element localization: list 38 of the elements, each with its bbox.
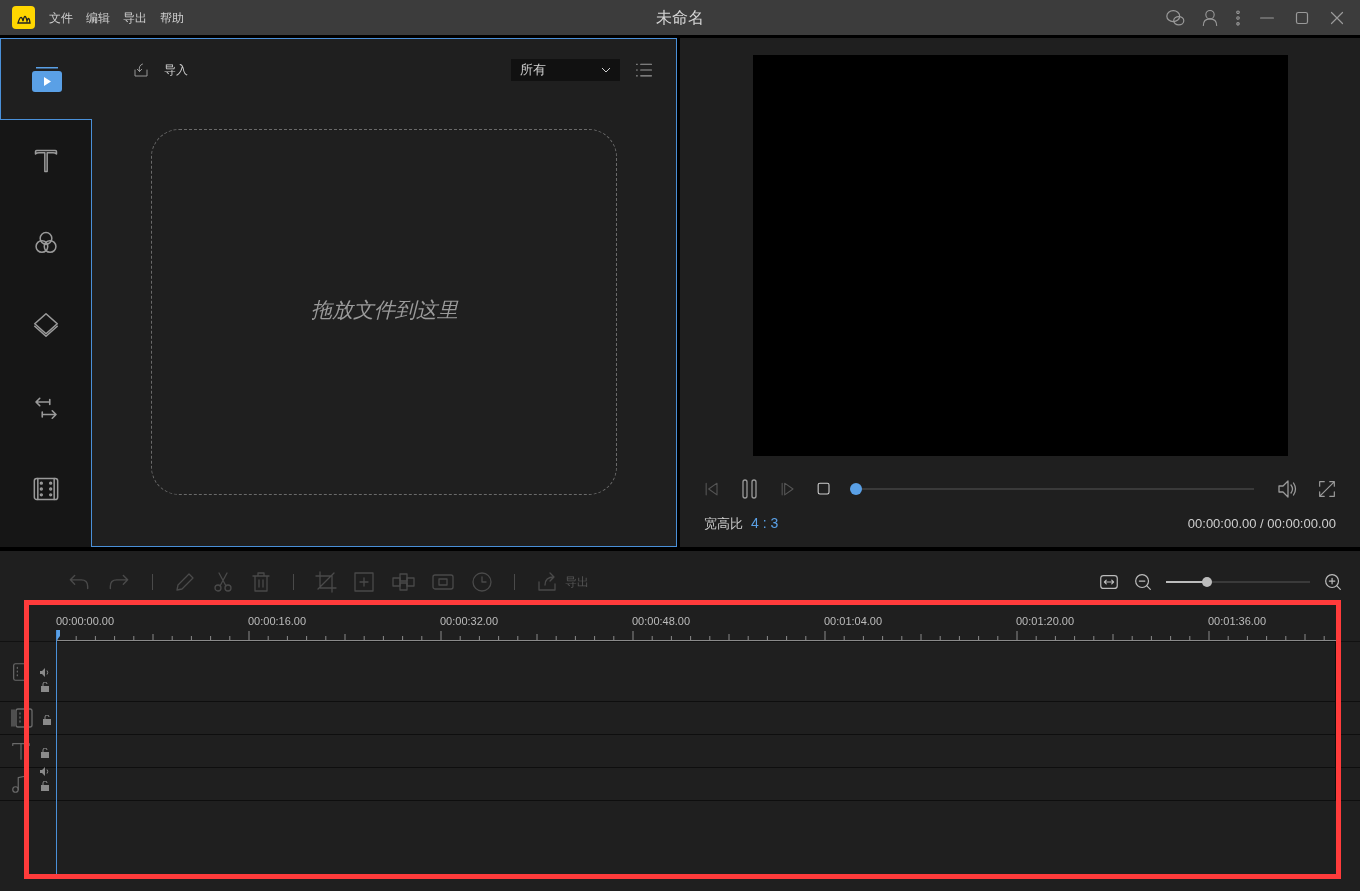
chevron-icon (601, 67, 611, 73)
playhead[interactable] (55, 630, 61, 874)
aspect-ratio-label: 宽高比 (704, 514, 743, 533)
zoom-thumb[interactable] (1202, 576, 1213, 587)
text-icon[interactable] (10, 740, 32, 762)
ruler-label: 00:00:00.00 (56, 614, 115, 629)
more-icon[interactable] (1233, 7, 1243, 28)
filmstrip-icon[interactable] (10, 706, 34, 730)
fullscreen-icon[interactable] (1316, 478, 1338, 500)
unlock-icon[interactable] (40, 748, 50, 758)
time-display: 00:00:00.00 / 00:00:00.00 (1187, 514, 1336, 533)
ruler-label: 00:00:48.00 (632, 614, 691, 629)
filter-dropdown[interactable]: 所有 (511, 59, 620, 81)
video-icon[interactable] (31, 66, 62, 92)
ruler-label: 00:00:32.00 (440, 614, 499, 629)
menu-item[interactable]: 文件 (49, 8, 73, 27)
speaker-icon[interactable] (40, 668, 50, 677)
menu-item[interactable]: 帮助 (160, 8, 184, 27)
speaker-icon[interactable] (40, 767, 50, 776)
ruler-label: 00:00:16.00 (248, 614, 307, 629)
drop-zone[interactable]: 拖放文件到这里 (151, 129, 617, 495)
time-ruler[interactable] (56, 631, 1336, 641)
import-label[interactable]: 导入 (164, 61, 188, 79)
import-icon[interactable] (132, 61, 150, 79)
unlock-icon[interactable] (40, 781, 50, 791)
user-icon[interactable] (1200, 7, 1220, 28)
drop-hint: 拖放文件到这里 (310, 297, 458, 324)
ruler-label: 00:01:36.00 (1208, 614, 1267, 629)
aspect-ratio-value[interactable]: 4 : 3 (751, 513, 779, 534)
ruler-label: 00:01:04.00 (824, 614, 883, 629)
sidebar-tab[interactable] (0, 38, 92, 120)
unlock-icon[interactable] (42, 715, 52, 725)
progress-thumb[interactable] (850, 483, 862, 495)
menu-item[interactable]: 编辑 (86, 8, 110, 27)
ruler-label: 00:01:20.00 (1016, 614, 1075, 629)
window-title: 未命名 (656, 7, 704, 28)
menu-item[interactable]: 导出 (123, 8, 147, 27)
unlock-icon[interactable] (40, 682, 50, 692)
